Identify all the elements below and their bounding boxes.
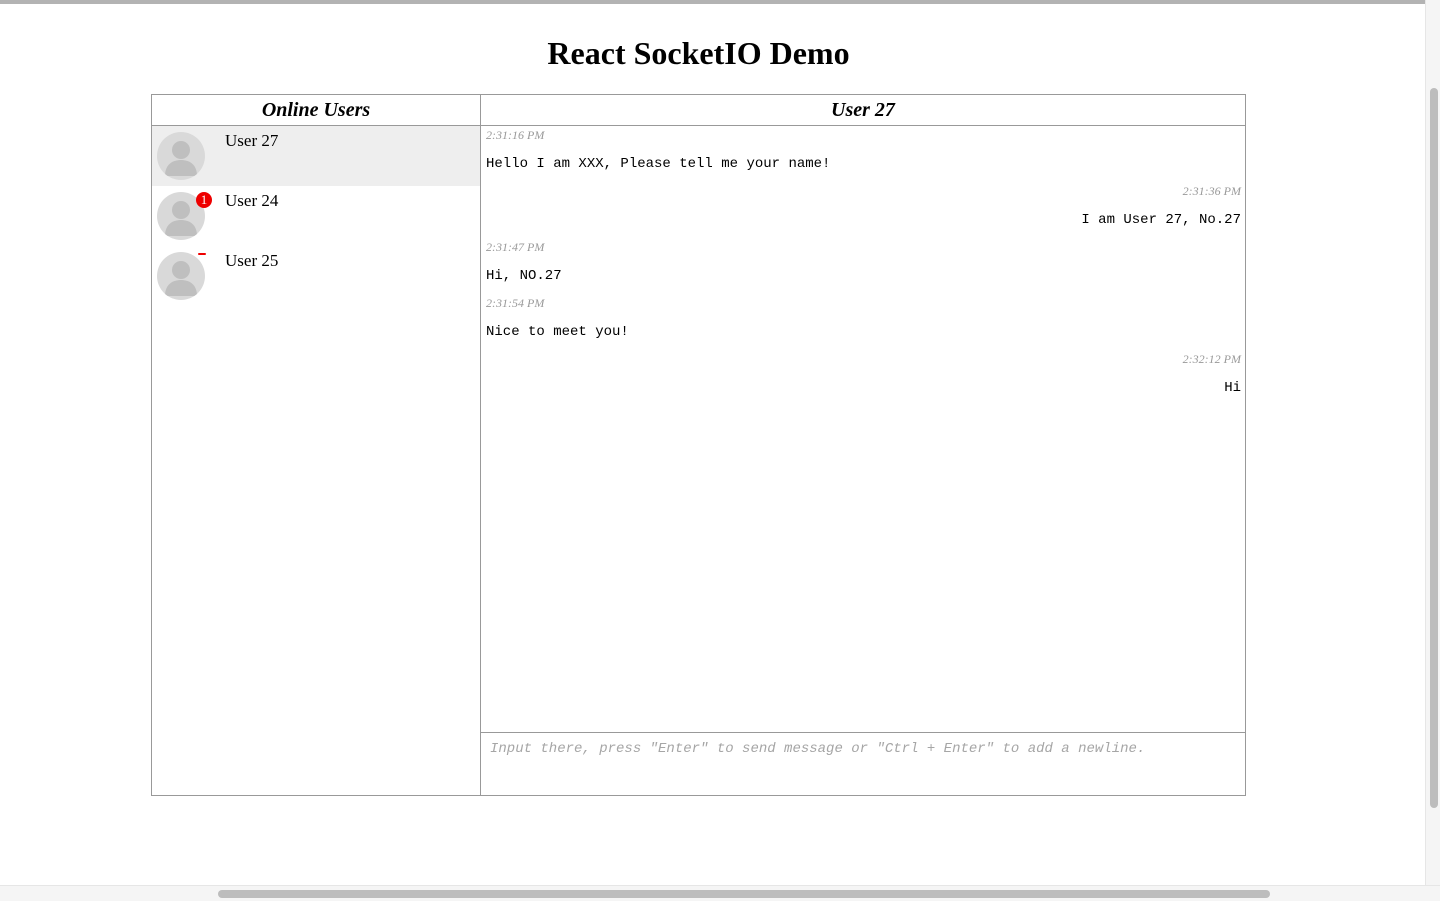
page-top-border [0, 0, 1425, 4]
chat-panel: User 27 2:31:16 PM Hello I am XXX, Pleas… [481, 95, 1245, 795]
message-timestamp: 2:31:36 PM [1182, 184, 1241, 198]
message-composer [481, 733, 1245, 795]
horizontal-scrollbar-thumb[interactable] [218, 890, 1270, 898]
chat-header: User 27 [481, 95, 1245, 126]
message-item: 2:31:16 PM Hello I am XXX, Please tell m… [481, 126, 1245, 182]
empty-unread-badge [198, 253, 206, 255]
user-name: User 27 [225, 131, 279, 150]
message-text: I am User 27, No.27 [1081, 212, 1241, 228]
vertical-scrollbar[interactable] [1425, 0, 1440, 885]
user-avatar-icon [157, 252, 205, 300]
message-text: Nice to meet you! [486, 324, 629, 340]
message-item: 2:31:54 PM Nice to meet you! [481, 294, 1245, 350]
message-timestamp: 2:31:54 PM [486, 296, 545, 310]
message-timestamp: 2:32:12 PM [1182, 352, 1241, 366]
message-item: 2:31:36 PM I am User 27, No.27 [481, 182, 1245, 238]
message-text: Hi, NO.27 [486, 268, 562, 284]
chat-app: Online Users User 27 1 User 24 User 25 U… [151, 94, 1246, 796]
message-item: 2:31:47 PM Hi, NO.27 [481, 238, 1245, 294]
user-list-item[interactable]: 1 User 24 [152, 186, 480, 246]
online-users-panel: Online Users User 27 1 User 24 User 25 [152, 95, 481, 795]
user-name: User 24 [225, 191, 279, 210]
message-list: 2:31:16 PM Hello I am XXX, Please tell m… [481, 126, 1245, 733]
user-list-item[interactable]: User 25 [152, 246, 480, 306]
user-name: User 25 [225, 251, 279, 270]
horizontal-scrollbar[interactable] [0, 885, 1440, 901]
user-list-item[interactable]: User 27 [152, 126, 480, 186]
message-timestamp: 2:31:16 PM [486, 128, 545, 142]
online-users-header: Online Users [152, 95, 480, 126]
message-item: 2:32:12 PM Hi [481, 350, 1245, 406]
page-title: React SocketIO Demo [547, 35, 850, 71]
unread-count-badge: 1 [196, 192, 212, 208]
user-avatar-icon [157, 132, 205, 180]
message-timestamp: 2:31:47 PM [486, 240, 545, 254]
message-text: Hello I am XXX, Please tell me your name… [486, 156, 831, 172]
message-text: Hi [1224, 380, 1241, 396]
vertical-scrollbar-thumb[interactable] [1430, 88, 1438, 808]
message-input[interactable] [481, 733, 1245, 795]
